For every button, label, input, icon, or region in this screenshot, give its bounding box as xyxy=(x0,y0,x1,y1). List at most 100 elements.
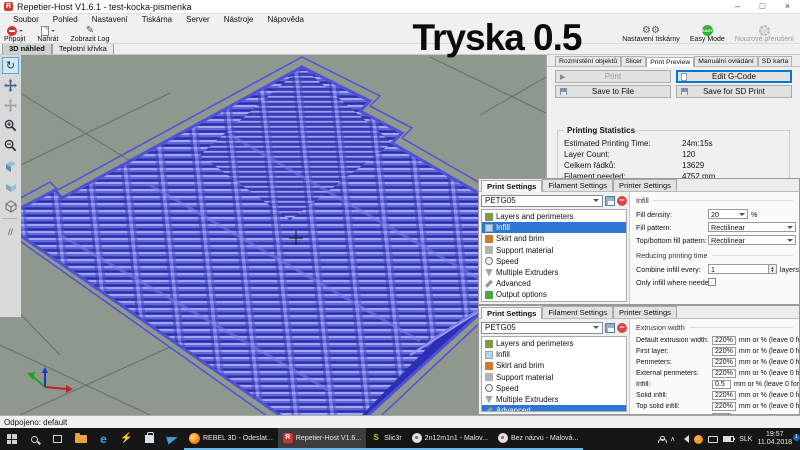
fill-density-combo[interactable]: 20 xyxy=(708,209,748,219)
taskbar-app-paint-1[interactable]: 2n12m1n1 - Malov... xyxy=(407,428,493,450)
printer-settings-button[interactable]: ⚙⚙ Nastavení tiskárny xyxy=(622,25,680,44)
list-item[interactable]: Notes xyxy=(482,301,626,303)
clock[interactable]: 19:57 11.04.2018 xyxy=(757,431,792,447)
tab-printer-settings[interactable]: Printer Settings xyxy=(613,179,677,191)
tab-3d-view[interactable]: 3D náhled xyxy=(2,43,52,54)
tab-sd-card[interactable]: SD karta xyxy=(758,56,792,66)
chevron-down-icon[interactable] xyxy=(19,30,23,34)
menu-soubor[interactable]: Soubor xyxy=(6,15,46,24)
extrusion-width-input[interactable]: 220% xyxy=(712,336,736,345)
list-item[interactable]: Support material xyxy=(482,245,626,256)
start-button[interactable] xyxy=(0,428,23,450)
delete-preset-icon[interactable]: − xyxy=(617,323,627,333)
builder-app-button[interactable] xyxy=(161,428,184,450)
people-icon[interactable] xyxy=(658,436,665,443)
tab-temperature-curve[interactable]: Teplotní křivka xyxy=(52,43,114,54)
print-button[interactable]: ▶ Print xyxy=(555,70,671,83)
menu-nastroje[interactable]: Nástroje xyxy=(217,15,261,24)
utility-button[interactable]: ⚡ xyxy=(115,428,138,450)
combine-infill-input[interactable]: 1 xyxy=(708,264,769,274)
minimize-button[interactable]: – xyxy=(725,0,750,13)
save-to-file-button[interactable]: Save to File xyxy=(555,85,671,98)
list-item[interactable]: Advanced xyxy=(482,278,626,289)
tab-print-settings[interactable]: Print Settings xyxy=(481,307,542,319)
extrusion-width-input[interactable]: 220% xyxy=(712,347,736,356)
zoom-in-button[interactable] xyxy=(2,117,19,134)
taskbar-app-paint-2[interactable]: Bez názvu - Malová... xyxy=(493,428,583,450)
show-log-button[interactable]: ✎ Zobrazit Log xyxy=(70,25,109,44)
front-view-button[interactable] xyxy=(2,177,19,194)
list-item[interactable]: Advanced xyxy=(482,405,626,412)
volume-icon[interactable] xyxy=(680,435,689,443)
parallel-projection-button[interactable]: // xyxy=(2,223,19,240)
spinner-buttons[interactable]: ▲▼ xyxy=(769,264,777,274)
menu-tiskarna[interactable]: Tiskárna xyxy=(135,15,179,24)
list-item[interactable]: Layers and perimeters xyxy=(482,338,626,349)
taskbar-search-button[interactable] xyxy=(23,428,46,450)
display-icon[interactable] xyxy=(708,436,718,443)
delete-preset-icon[interactable]: − xyxy=(617,196,627,206)
preset-select[interactable]: PETG05 xyxy=(481,195,603,207)
tab-print-preview[interactable]: Print Preview xyxy=(646,57,694,67)
menu-napoveda[interactable]: Nápověda xyxy=(261,15,311,24)
taskbar-app-slic3r[interactable]: S Slic3r xyxy=(366,428,407,450)
fill-pattern-select[interactable]: Rectilinear xyxy=(708,222,796,232)
save-preset-icon[interactable] xyxy=(605,196,615,206)
list-item[interactable]: Speed xyxy=(482,383,626,394)
list-item[interactable]: Infill xyxy=(482,349,626,360)
load-button[interactable]: Nahrát xyxy=(37,25,58,44)
antivirus-icon[interactable] xyxy=(694,435,703,444)
tab-print-settings[interactable]: Print Settings xyxy=(481,180,542,192)
easy-mode-button[interactable]: EASY Easy Mode xyxy=(690,25,725,44)
list-item[interactable]: Support material xyxy=(482,372,626,383)
hidden-icons-chevron[interactable]: ∧ xyxy=(670,435,675,443)
store-button[interactable] xyxy=(138,428,161,450)
edit-gcode-button[interactable]: Edit G-Code xyxy=(676,70,792,83)
taskbar-app-repetier[interactable]: R Repetier-Host V1.6... xyxy=(278,428,366,450)
tab-slicer[interactable]: Slicer xyxy=(621,56,646,66)
emergency-stop-button[interactable]: Nouzové přerušení xyxy=(735,25,794,44)
tab-manual-control[interactable]: Manuální ovládání xyxy=(694,56,758,66)
move-object-button[interactable] xyxy=(2,77,19,94)
tab-printer-settings[interactable]: Printer Settings xyxy=(613,306,677,318)
maximize-button[interactable]: □ xyxy=(750,0,775,13)
extrusion-width-input[interactable]: 220% xyxy=(712,402,736,411)
extrusion-width-input[interactable]: 220% xyxy=(712,358,736,367)
zoom-out-button[interactable] xyxy=(2,137,19,154)
file-explorer-button[interactable] xyxy=(69,428,92,450)
list-item[interactable]: Multiple Extruders xyxy=(482,267,626,278)
language-indicator[interactable]: SLK xyxy=(739,436,752,443)
tab-filament-settings[interactable]: Filament Settings xyxy=(542,306,613,318)
3d-viewport[interactable] xyxy=(0,55,546,415)
extrusion-width-input[interactable]: 0.5 xyxy=(712,380,731,389)
list-item[interactable]: Layers and perimeters xyxy=(482,211,626,222)
move-viewpoint-button[interactable] xyxy=(2,97,19,114)
chevron-down-icon[interactable] xyxy=(51,30,55,34)
save-for-sd-button[interactable]: Save for SD Print xyxy=(676,85,792,98)
battery-icon[interactable] xyxy=(723,436,734,442)
list-item[interactable]: Speed xyxy=(482,256,626,267)
list-item[interactable]: Multiple Extruders xyxy=(482,394,626,405)
preset-select[interactable]: PETG05 xyxy=(481,322,603,334)
menu-nastaveni[interactable]: Nastavení xyxy=(85,15,135,24)
list-item[interactable]: Infill xyxy=(482,222,626,233)
taskbar-app-firefox[interactable]: REBEL 3D - Odeslat... xyxy=(184,428,278,450)
connect-button[interactable]: Připojit xyxy=(4,25,25,44)
edge-button[interactable]: e xyxy=(92,428,115,450)
task-view-button[interactable] xyxy=(46,428,69,450)
menu-server[interactable]: Server xyxy=(179,15,217,24)
extrusion-width-input[interactable]: 220% xyxy=(712,391,736,400)
top-bottom-pattern-select[interactable]: Rectilinear xyxy=(708,235,796,245)
close-button[interactable]: × xyxy=(775,0,800,13)
extrusion-width-input[interactable]: 220% xyxy=(712,369,736,378)
tab-filament-settings[interactable]: Filament Settings xyxy=(542,179,613,191)
only-infill-checkbox[interactable] xyxy=(708,278,716,286)
list-item[interactable]: Skirt and brim xyxy=(482,233,626,244)
rotate-view-button[interactable]: ↻ xyxy=(2,57,19,74)
top-view-button[interactable] xyxy=(2,197,19,214)
save-preset-icon[interactable] xyxy=(605,323,615,333)
list-item[interactable]: Skirt and brim xyxy=(482,360,626,371)
menu-pohled[interactable]: Pohled xyxy=(46,15,85,24)
list-item[interactable]: Output options xyxy=(482,289,626,300)
isometric-view-button[interactable] xyxy=(2,157,19,174)
